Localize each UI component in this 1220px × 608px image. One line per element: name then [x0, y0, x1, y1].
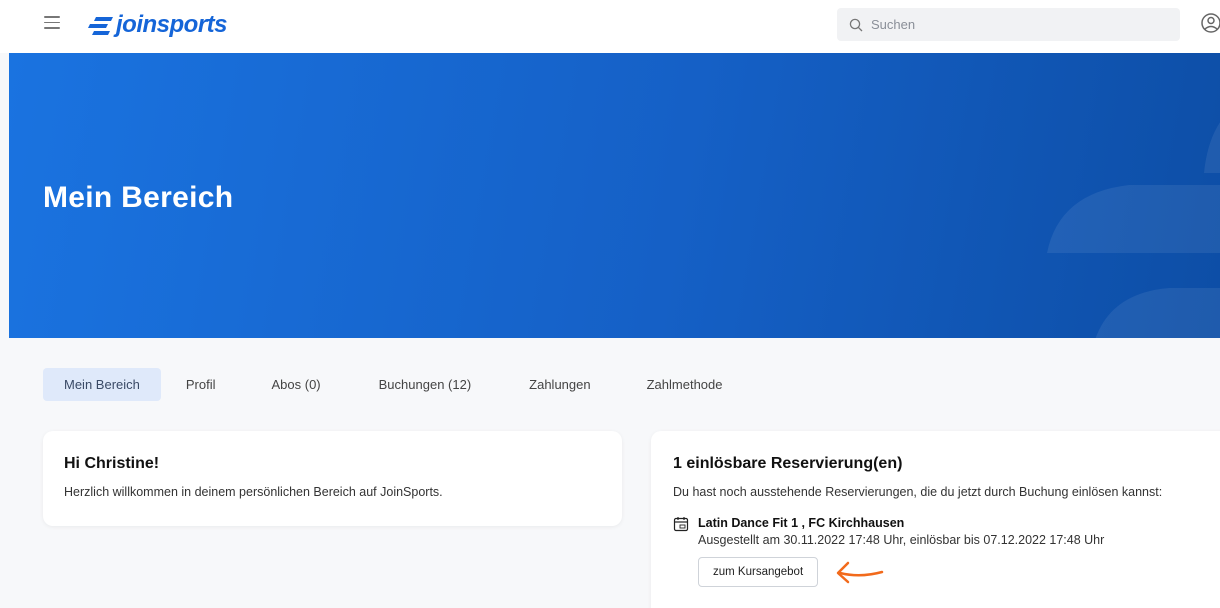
tab-profil[interactable]: Profil — [165, 368, 237, 401]
account-tabs: Mein Bereich Profil Abos (0) Buchungen (… — [43, 368, 744, 401]
arrow-left-annotation-icon — [836, 561, 884, 584]
hero-decoration — [1047, 122, 1220, 338]
tab-zahlmethode[interactable]: Zahlmethode — [626, 368, 744, 401]
reservations-intro: Du hast noch ausstehende Reservierungen,… — [673, 485, 1163, 499]
tab-buchungen[interactable]: Buchungen (12) — [358, 368, 493, 401]
tab-zahlungen[interactable]: Zahlungen — [508, 368, 611, 401]
hamburger-menu-icon[interactable] — [44, 16, 60, 30]
user-icon[interactable] — [1200, 12, 1220, 34]
reservation-meta: Ausgestellt am 30.11.2022 17:48 Uhr, ein… — [698, 533, 1105, 547]
top-header: joinsports — [0, 0, 1220, 53]
reservations-card: 1 einlösbare Reservierung(en) Du hast no… — [651, 431, 1220, 608]
tab-mein-bereich[interactable]: Mein Bereich — [43, 368, 161, 401]
logo-text: joinsports — [116, 11, 228, 38]
joinsports-logo[interactable]: joinsports — [86, 10, 228, 40]
logo-mark-icon — [88, 17, 113, 35]
page-title: Mein Bereich — [43, 181, 234, 214]
search-input[interactable] — [871, 17, 1171, 32]
welcome-title: Hi Christine! — [64, 455, 160, 472]
welcome-text: Herzlich willkommen in deinem persönlich… — [64, 485, 443, 499]
reservation-item: Latin Dance Fit 1 , FC Kirchhausen Ausge… — [673, 515, 1209, 587]
tab-abos[interactable]: Abos (0) — [251, 368, 342, 401]
search-box[interactable] — [837, 8, 1180, 41]
hero-banner: Mein Bereich — [9, 53, 1220, 338]
search-icon — [849, 18, 863, 31]
calendar-icon — [673, 517, 689, 532]
reservation-name: Latin Dance Fit 1 , FC Kirchhausen — [698, 516, 905, 530]
course-offer-button[interactable]: zum Kursangebot — [698, 557, 819, 587]
welcome-card: Hi Christine! Herzlich willkommen in dei… — [43, 431, 622, 526]
reservations-title: 1 einlösbare Reservierung(en) — [673, 455, 903, 472]
